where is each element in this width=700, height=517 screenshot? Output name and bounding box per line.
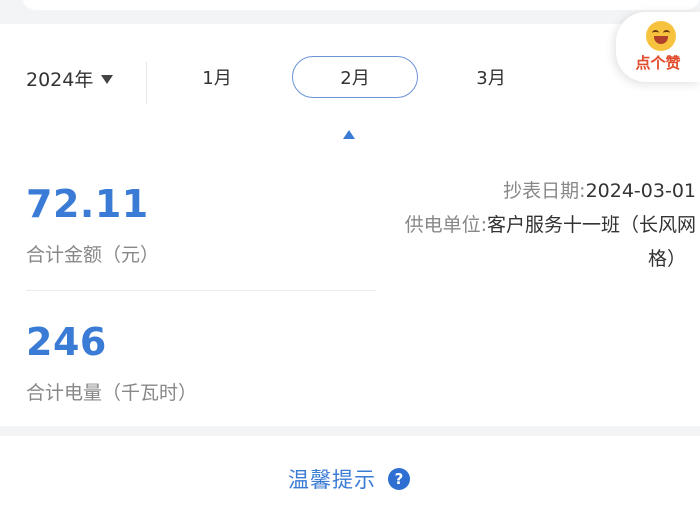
divider	[146, 62, 147, 104]
supply-unit-label: 供电单位:	[404, 214, 487, 236]
top-card	[22, 0, 700, 10]
supply-unit: 供电单位:客户服务十一班（长风网	[405, 210, 696, 237]
total-amount-caption: 合计金额（元）	[26, 244, 160, 266]
praise-label: 点个赞	[635, 54, 681, 72]
divider	[26, 290, 376, 291]
total-energy-caption: 合计电量（千瓦时）	[26, 382, 198, 404]
warm-tips-link[interactable]: 温馨提示 ?	[288, 464, 410, 494]
supply-unit-value: 客户服务十一班（长风网	[486, 214, 696, 236]
active-tab-indicator-icon	[343, 130, 355, 139]
reading-date-label: 抄表日期:	[503, 180, 586, 202]
tab-label: 1月	[202, 68, 232, 89]
year-selector[interactable]: 2024年	[26, 64, 114, 92]
tab-month-2[interactable]: 2月	[292, 56, 418, 98]
reading-date: 抄表日期:2024-03-01	[503, 176, 696, 203]
total-energy-value: 246	[26, 320, 107, 364]
reading-date-value: 2024-03-01	[585, 180, 696, 202]
smile-emoji-icon	[646, 21, 676, 51]
dropdown-triangle-icon	[101, 74, 114, 84]
tab-month-1[interactable]: 1月	[154, 56, 280, 98]
help-icon: ?	[388, 468, 410, 490]
warm-tips-label: 温馨提示	[288, 468, 376, 492]
supply-unit-continued: 格）	[647, 248, 686, 270]
tab-month-3[interactable]: 3月	[428, 56, 554, 98]
praise-button[interactable]: 点个赞	[616, 12, 700, 82]
year-label: 2024年	[26, 68, 94, 91]
tab-label: 2月	[340, 68, 370, 89]
total-amount-value: 72.11	[26, 182, 149, 226]
tab-label: 3月	[476, 68, 506, 89]
